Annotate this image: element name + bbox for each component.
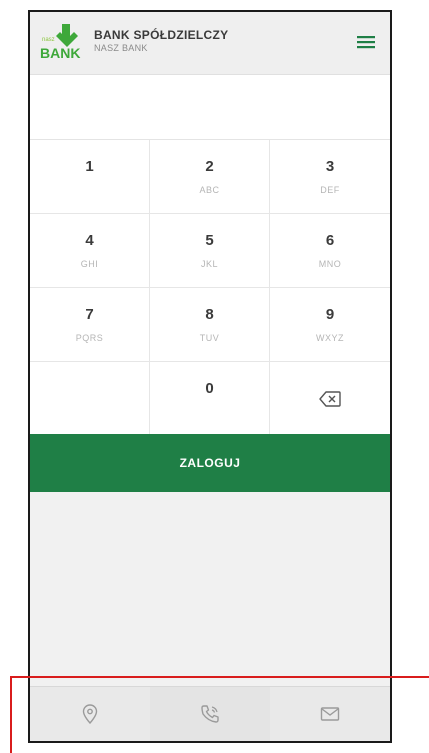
key-digit: 9 [325, 305, 335, 323]
key-9[interactable]: 9 WXYZ [270, 288, 390, 362]
red-highlight-horizontal [10, 676, 429, 678]
backspace-icon [319, 390, 341, 407]
logo-top-text: nasz [42, 37, 55, 43]
red-highlight-vertical [10, 676, 12, 753]
hamburger-menu-button[interactable] [354, 30, 378, 54]
bank-title: BANK SPÓŁDZIELCZY [94, 28, 229, 42]
key-digit: 4 [85, 231, 94, 249]
key-letters: TUV [199, 332, 220, 343]
key-digit: 7 [85, 305, 94, 323]
key-0[interactable]: 0 [150, 362, 270, 436]
key-7[interactable]: 7 PQRS [30, 288, 150, 362]
key-digit: 8 [205, 305, 214, 323]
phone-icon [201, 705, 219, 723]
pin-keypad: 1 2 ABC 3 DEF 4 GHI 5 JKL 6 MNO 7 PQRS 8 [30, 140, 390, 436]
app-frame: nasz BANK BANK SPÓŁDZIELCZY NASZ BANK 1 … [28, 10, 392, 743]
bank-logo: nasz BANK [40, 24, 80, 61]
key-6[interactable]: 6 MNO [270, 214, 390, 288]
key-3[interactable]: 3 DEF [270, 140, 390, 214]
key-1[interactable]: 1 [30, 140, 150, 214]
key-letters: WXYZ [316, 332, 344, 343]
key-letters: MNO [318, 258, 342, 269]
bottom-navigation [30, 686, 390, 741]
key-empty [30, 362, 150, 436]
key-digit: 1 [85, 157, 94, 175]
key-letters: ABC [199, 184, 220, 195]
key-digit: 6 [325, 231, 335, 249]
key-digit: 3 [325, 157, 335, 175]
key-digit: 5 [205, 231, 214, 249]
footer-phone-button[interactable] [150, 687, 270, 741]
key-digit: 2 [205, 157, 214, 175]
key-8[interactable]: 8 TUV [150, 288, 270, 362]
key-digit: 0 [205, 379, 214, 397]
key-letters: PQRS [75, 332, 104, 343]
mail-icon [320, 707, 340, 721]
hamburger-icon [357, 36, 375, 49]
logo-bank-text: BANK [40, 45, 80, 61]
key-letters: GHI [80, 258, 99, 269]
bank-subtitle: NASZ BANK [94, 43, 148, 53]
key-letters: JKL [200, 258, 218, 269]
key-5[interactable]: 5 JKL [150, 214, 270, 288]
app-header: nasz BANK BANK SPÓŁDZIELCZY NASZ BANK [30, 12, 390, 75]
backspace-key[interactable] [270, 362, 390, 436]
login-button[interactable]: ZALOGUJ [30, 434, 390, 492]
footer-location-button[interactable] [30, 687, 150, 741]
key-4[interactable]: 4 GHI [30, 214, 150, 288]
footer-mail-button[interactable] [270, 687, 390, 741]
location-icon [82, 704, 98, 724]
pin-display [30, 75, 390, 140]
key-letters: DEF [320, 184, 340, 195]
key-2[interactable]: 2 ABC [150, 140, 270, 214]
